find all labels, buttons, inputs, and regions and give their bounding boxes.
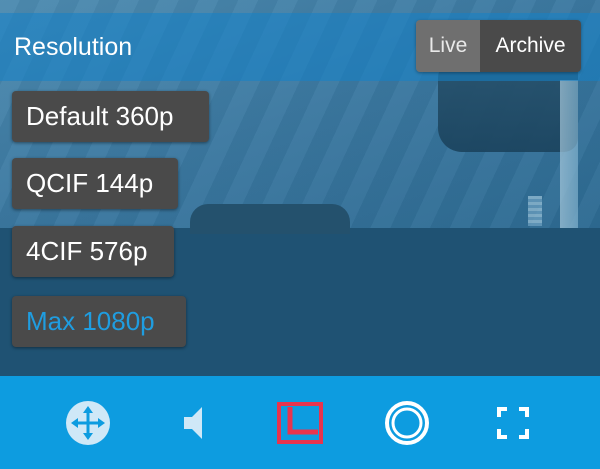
resolution-option-default-360p[interactable]: Default 360p: [12, 91, 209, 142]
layout-button[interactable]: [275, 398, 325, 448]
page-title: Resolution: [14, 33, 133, 61]
resolution-option-max-1080p[interactable]: Max 1080p: [12, 296, 186, 347]
video-vent-shape: [528, 196, 542, 226]
fullscreen-button[interactable]: [488, 398, 538, 448]
video-post-shape: [560, 80, 578, 228]
speaker-icon: [184, 407, 202, 439]
archive-button[interactable]: Archive: [480, 20, 581, 72]
ptz-move-icon: [66, 401, 110, 445]
fisheye-icon: [385, 401, 429, 445]
resolution-header: Resolution Live Archive: [0, 13, 600, 81]
layout-icon: [277, 402, 323, 444]
fullscreen-icon: [497, 407, 529, 439]
live-archive-toggle: Live Archive: [416, 20, 581, 72]
sound-button[interactable]: [170, 398, 220, 448]
live-button[interactable]: Live: [416, 20, 480, 72]
video-chair-shape: [190, 204, 350, 234]
ptz-button[interactable]: [63, 398, 113, 448]
resolution-option-4cif-576p[interactable]: 4CIF 576p: [12, 226, 174, 277]
fisheye-button[interactable]: [382, 398, 432, 448]
bottom-toolbar: [0, 376, 600, 469]
resolution-option-qcif-144p[interactable]: QCIF 144p: [12, 158, 178, 209]
